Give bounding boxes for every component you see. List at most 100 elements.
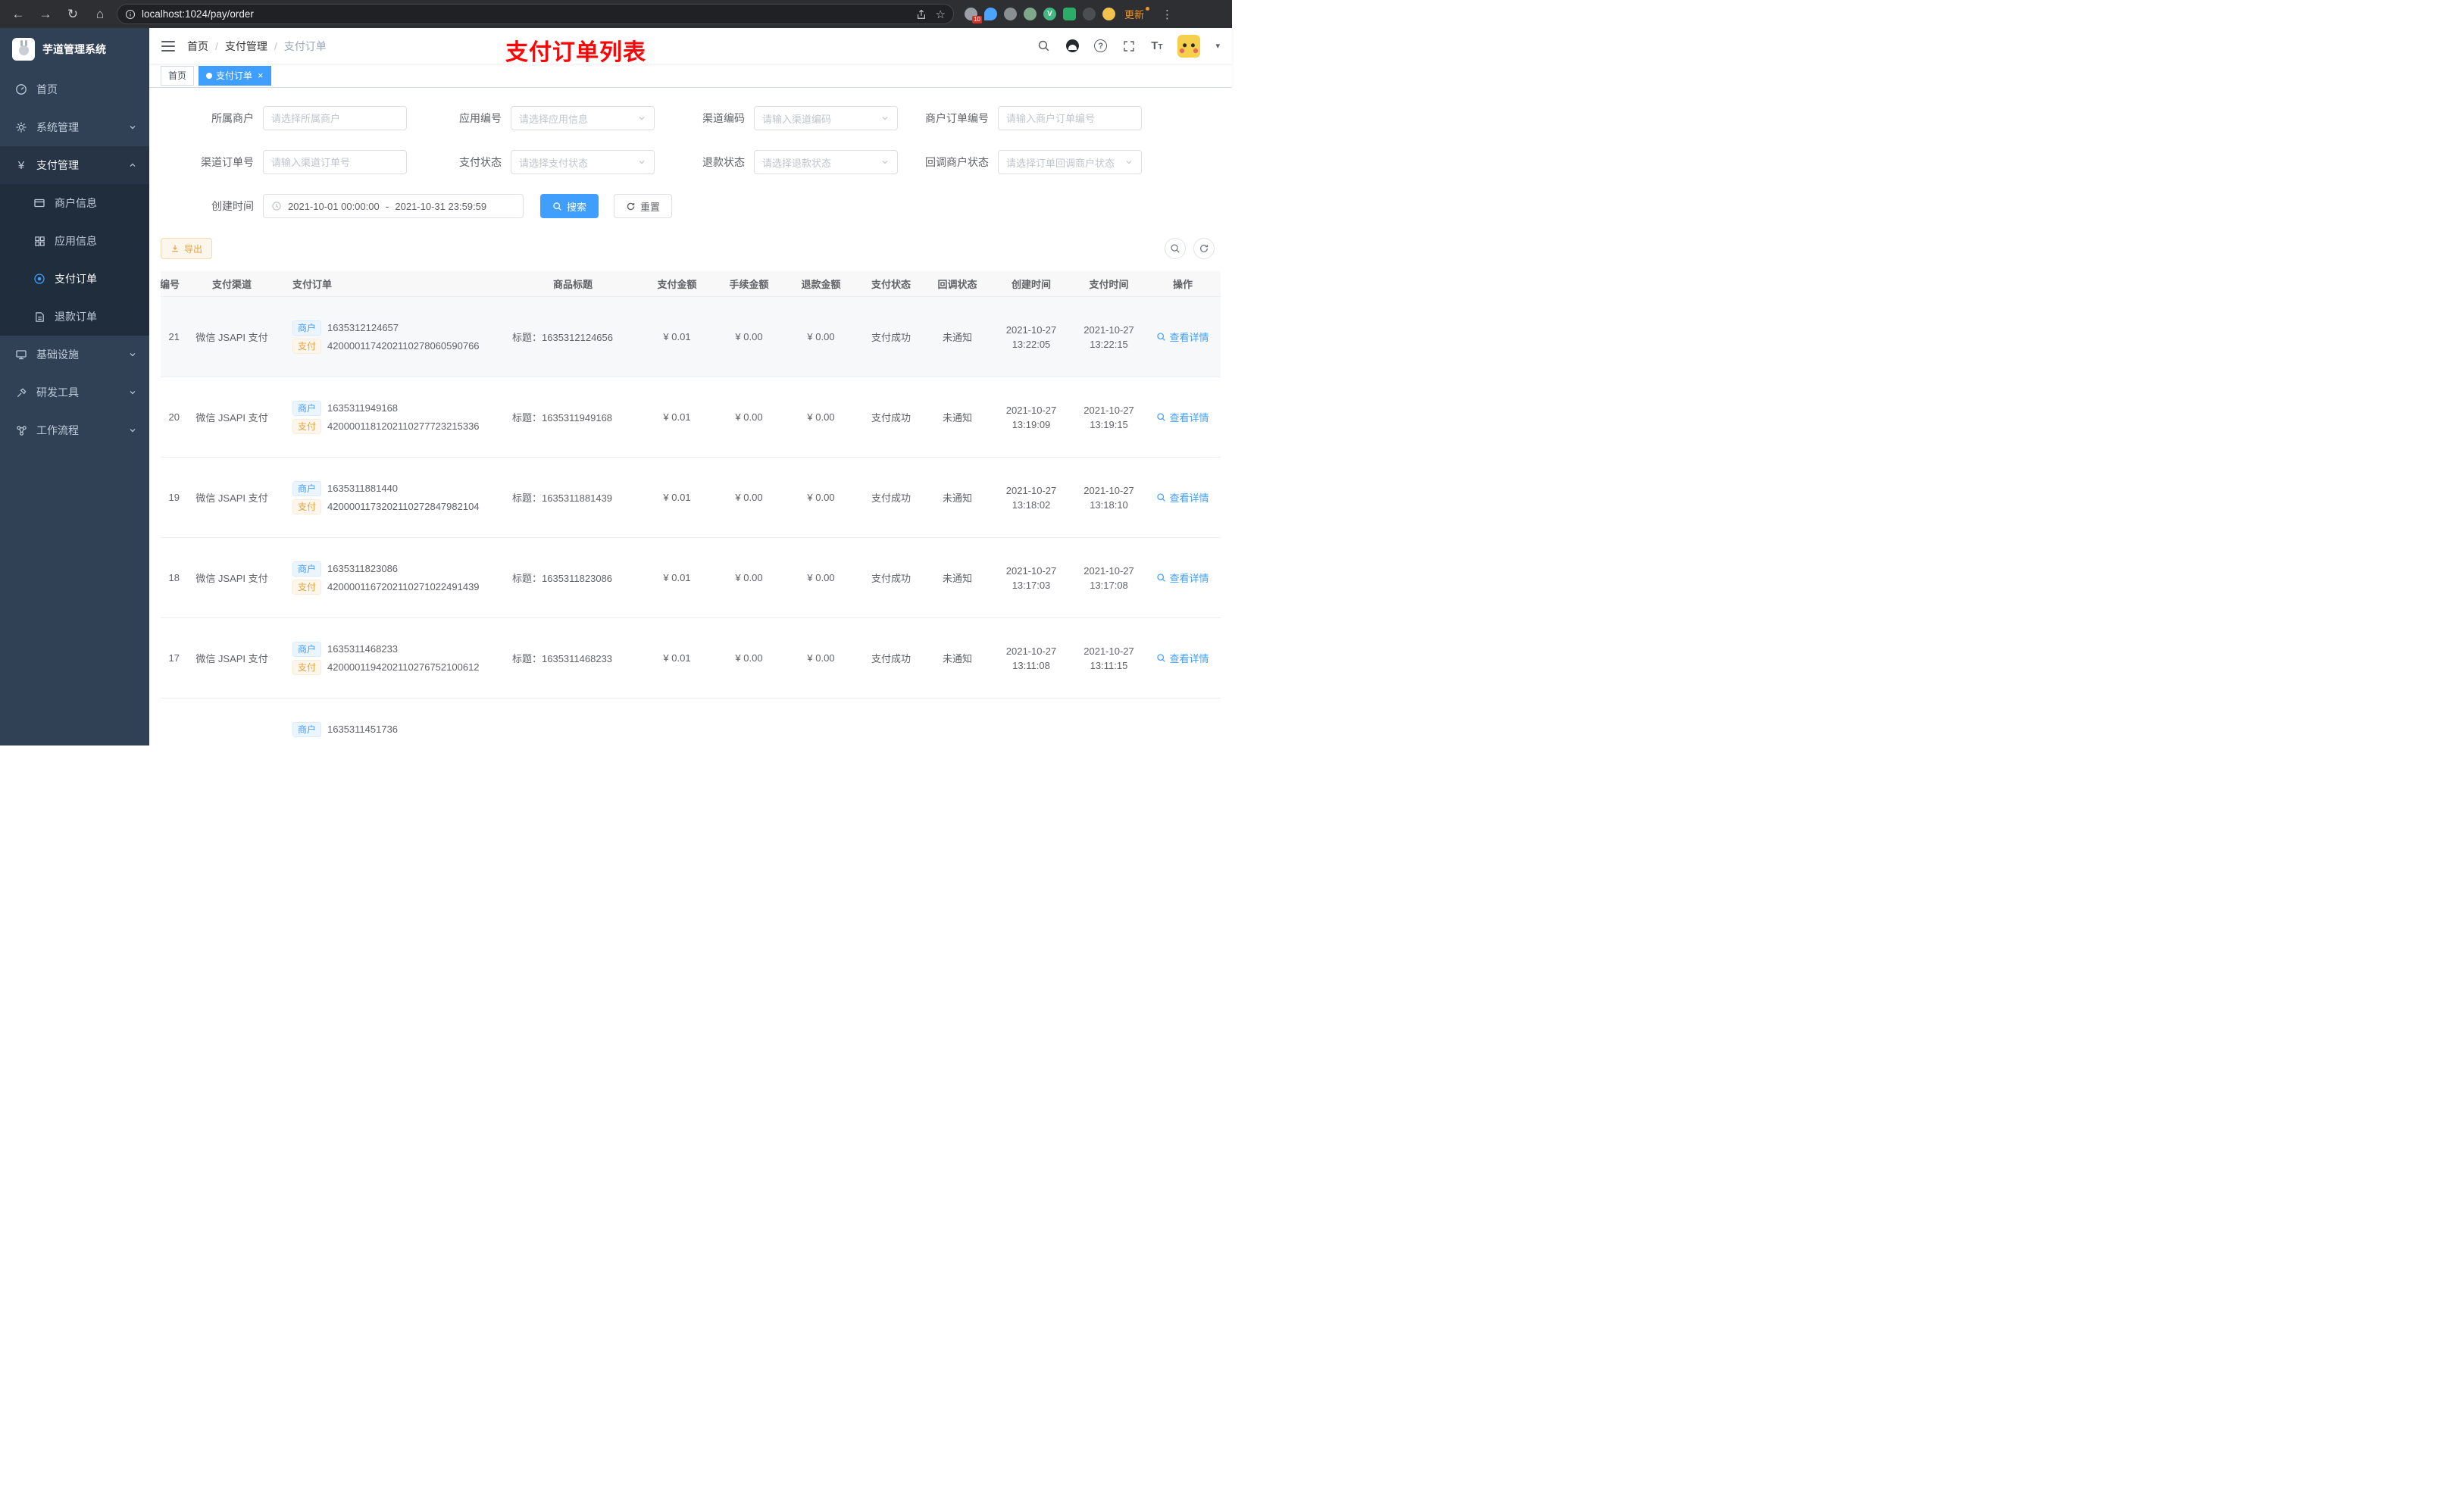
breadcrumb-separator: / [274,39,277,52]
reset-button-label: 重置 [640,201,661,213]
col-channel: 支付渠道 [211,279,252,290]
fullscreen-icon[interactable] [1122,39,1136,53]
date-start-value: 2021-10-01 00:00:00 [288,200,380,212]
col-fee: 手续金额 [729,279,769,290]
sidebar-item-system[interactable]: 系统管理 [0,108,149,146]
monitor-icon [15,349,27,361]
title-cell: 标题：1635312124656 [512,332,613,343]
pay-order-no: 4200001181202110277723215336 [327,420,480,432]
view-detail-link[interactable]: 查看详情 [1145,651,1221,665]
github-icon[interactable] [1065,39,1079,53]
export-button[interactable]: 导出 [161,238,213,259]
merchant-order-no: 1635311451736 [327,724,399,735]
search-button[interactable]: 搜索 [540,194,599,218]
help-icon[interactable]: ? [1094,39,1108,52]
order-id-cell: 21 [168,331,180,342]
reload-icon[interactable]: ↻ [62,4,83,25]
table-body: 21 微信 JSAPI 支付 商户 1635312124657 支付 42000… [161,297,1221,746]
sidebar-item-workflow[interactable]: 工作流程 [0,411,149,449]
avatar-caret-icon[interactable]: ▾ [1215,41,1220,51]
table-row: 21 微信 JSAPI 支付 商户 1635312124657 支付 42000… [161,297,1221,377]
refund-status-select[interactable]: 请选择退款状态 [754,150,898,174]
back-icon[interactable]: ← [8,4,29,25]
create-time-range-input[interactable]: 2021-10-01 00:00:00 - 2021-10-31 23:59:5… [263,194,524,218]
view-detail-link[interactable]: 查看详情 [1145,570,1221,585]
reset-button[interactable]: 重置 [614,194,673,218]
extension-chat-icon[interactable] [1063,8,1076,20]
channel-code-select[interactable]: 请输入渠道编码 [754,106,898,130]
view-detail-link[interactable]: 查看详情 [1145,410,1221,424]
merchant-order-no: 1635311468233 [327,643,399,655]
merchant-order-no-label: 商户订单编号 [925,112,989,124]
vue-devtools-icon[interactable]: V [1043,8,1056,20]
tab-pay-order[interactable]: 支付订单 × [199,65,271,86]
sidebar-item-pay-order[interactable]: 支付订单 [0,260,149,298]
extension-icon-2[interactable] [1004,8,1017,20]
sidebar-item-devtools[interactable]: 研发工具 [0,374,149,411]
pay-tag: 支付 [292,579,322,595]
app-no-select[interactable]: 请选择应用信息 [511,106,655,130]
sidebar-toggle-icon[interactable] [161,40,175,52]
merchant-order-no: 1635311823086 [327,563,399,574]
merchant-order-no-field[interactable] [1006,112,1134,124]
sidebar-item-refund-order[interactable]: 退款订单 [0,298,149,336]
extension-drop-icon[interactable] [984,8,997,20]
notify-status-select[interactable]: 请选择订单回调商户状态 [998,150,1142,174]
home-icon[interactable]: ⌂ [89,4,111,25]
tab-home[interactable]: 首页 [161,65,195,86]
sidebar-item-label: 应用信息 [55,235,97,247]
sidebar-item-merchant-info[interactable]: 商户信息 [0,184,149,222]
merchant-tag: 商户 [292,480,322,496]
owner-merchant-input[interactable] [263,106,407,130]
fee-cell: ¥ 0.00 [735,492,763,503]
merchant-order-no: 1635311881440 [327,483,399,494]
breadcrumb-payment[interactable]: 支付管理 [225,39,267,54]
merchant-order-no-input[interactable] [998,106,1142,130]
browser-update-button[interactable]: 更新 [1124,7,1149,21]
bookmark-star-icon[interactable]: ☆ [936,8,946,21]
tools-icon [15,386,27,399]
title-cell: 标题：1635311949168 [512,412,613,424]
pay-status-select[interactable]: 请选择支付状态 [511,150,655,174]
sidebar-item-infrastructure[interactable]: 基础设施 [0,336,149,374]
pay-time-cell: 2021-10-27 13:17:08 [1083,564,1134,591]
col-notify-status: 回调状态 [937,279,977,290]
tab-label: 支付订单 [216,70,253,81]
search-icon[interactable] [1037,39,1050,53]
view-detail-link[interactable]: 查看详情 [1145,330,1221,344]
create-time-label: 创建时间 [211,200,254,212]
breadcrumb: 首页 / 支付管理 / 支付订单 [187,39,327,54]
notify-status-cell: 未通知 [942,573,972,584]
owner-merchant-field[interactable] [271,112,399,124]
forward-icon[interactable]: → [35,4,56,25]
extension-icon-3[interactable] [1024,8,1037,20]
sidebar-item-label: 支付订单 [55,273,97,285]
sidebar-item-app-info[interactable]: 应用信息 [0,222,149,260]
sidebar-item-payment[interactable]: ¥ 支付管理 [0,146,149,184]
address-bar[interactable]: localhost:1024/pay/order ☆ [117,4,954,24]
pay-order-no: 4200001194202110276752100612 [327,661,480,673]
refresh-icon[interactable] [1193,238,1215,259]
page-title-annotation: 支付订单列表 [505,40,646,65]
channel-order-no-input[interactable] [263,150,407,174]
pay-status-cell: 支付成功 [871,332,911,343]
title-cell: 标题：1635311881439 [512,492,613,504]
font-size-icon[interactable]: TT [1151,39,1162,52]
browser-menu-icon[interactable]: ⋮ [1159,8,1176,21]
extension-face-icon[interactable] [1102,8,1115,20]
site-info-icon[interactable] [125,9,136,20]
breadcrumb-home[interactable]: 首页 [187,39,208,54]
create-time-cell: 2021-10-27 13:22:05 [1005,324,1057,350]
view-detail-link[interactable]: 查看详情 [1145,490,1221,505]
extension-pin-icon[interactable] [1083,8,1096,20]
avatar[interactable] [1177,34,1201,58]
extension-icon-1[interactable]: 10 [965,8,982,23]
channel-order-no-field[interactable] [271,156,399,168]
amount-cell: ¥ 0.01 [663,652,691,664]
export-button-label: 导出 [184,243,203,255]
close-icon[interactable]: × [258,70,264,80]
fee-cell: ¥ 0.00 [735,652,763,664]
sidebar-item-home[interactable]: 首页 [0,70,149,108]
toggle-search-icon[interactable] [1165,238,1186,259]
share-icon[interactable] [916,9,927,20]
